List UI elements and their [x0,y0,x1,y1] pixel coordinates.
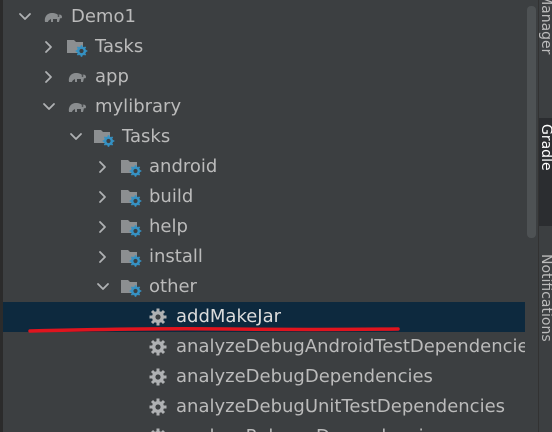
tree-node-label: Tasks [95,36,144,57]
tree-node-label: help [149,216,188,237]
tree-node-row[interactable]: Tasks [0,32,538,62]
side-tab-label: e Manager [539,0,552,55]
chevron-down-icon[interactable] [68,129,84,145]
tree-node-label: app [95,66,129,87]
elephant-icon [42,7,64,27]
tree-node-label: analyzeReleaseDependencies [176,425,444,432]
chevron-right-icon[interactable] [95,189,111,205]
chevron-down-icon[interactable] [95,279,111,295]
gear-icon [148,337,170,357]
tree-node-label: mylibrary [95,96,182,117]
tasks-folder-icon [93,127,115,147]
tasks-folder-icon [120,277,142,297]
tree-node-label: Tasks [122,126,171,147]
task-row[interactable]: analyzeDebugUnitTestDependencies [0,392,538,422]
tree-node-row[interactable]: help [0,212,538,242]
side-tab-label: Gradle [539,124,552,171]
tree-node-label: analyzeDebugDependencies [176,366,433,387]
tree-node-row[interactable]: Demo1 [0,2,538,32]
tree-node-label: build [149,186,194,207]
elephant-icon [66,97,88,117]
task-row[interactable]: addMakeJar [3,302,538,332]
side-tab-gradle[interactable]: Gradle [539,118,552,226]
chevron-down-icon[interactable] [17,9,33,25]
gear-icon [148,427,170,432]
task-row[interactable]: analyzeDebugDependencies [0,362,538,392]
gear-icon [148,397,170,417]
side-tab-notifications[interactable]: Notifications [539,250,552,432]
chevron-right-icon[interactable] [95,249,111,265]
tree-node-row[interactable]: other [0,272,538,302]
tasks-folder-icon [120,187,142,207]
chevron-right-icon[interactable] [41,39,57,55]
tree-node-row[interactable]: android [0,152,538,182]
gradle-tool-window: Demo1 Tasks app mylibrary Tasks android build h… [0,0,552,432]
chevron-right-icon[interactable] [95,219,111,235]
gradle-task-tree[interactable]: Demo1 Tasks app mylibrary Tasks android build h… [0,0,538,432]
chevron-down-icon[interactable] [41,99,57,115]
side-tab-manager[interactable]: e Manager [539,0,552,112]
elephant-icon [66,67,88,87]
scrollbar-thumb[interactable] [527,6,536,238]
chevron-right-icon[interactable] [41,69,57,85]
tasks-folder-icon [120,247,142,267]
tree-node-label: Demo1 [71,6,136,27]
task-row[interactable]: analyzeDebugAndroidTestDependencies [0,332,538,362]
tree-node-label: analyzeDebugUnitTestDependencies [176,396,506,417]
tree-node-row[interactable]: build [0,182,538,212]
tasks-folder-icon [120,217,142,237]
gear-icon [148,367,170,387]
tree-node-label: other [149,276,197,297]
tree-node-label: addMakeJar [176,306,282,327]
side-tab-label: Notifications [539,254,552,342]
tree-node-row[interactable]: install [0,242,538,272]
gear-icon [148,307,170,327]
tree-node-label: android [149,156,218,177]
tasks-folder-icon [120,157,142,177]
chevron-right-icon[interactable] [95,159,111,175]
tree-node-row[interactable]: Tasks [0,122,538,152]
tree-node-label: install [149,246,203,267]
tasks-folder-icon [66,37,88,57]
tree-node-row[interactable]: mylibrary [0,92,538,122]
task-row[interactable]: analyzeReleaseDependencies [0,422,538,432]
tree-node-label: analyzeDebugAndroidTestDependencies [176,336,538,357]
right-tool-strip: e Manager Gradle Notifications [538,0,552,432]
tree-node-row[interactable]: app [0,62,538,92]
